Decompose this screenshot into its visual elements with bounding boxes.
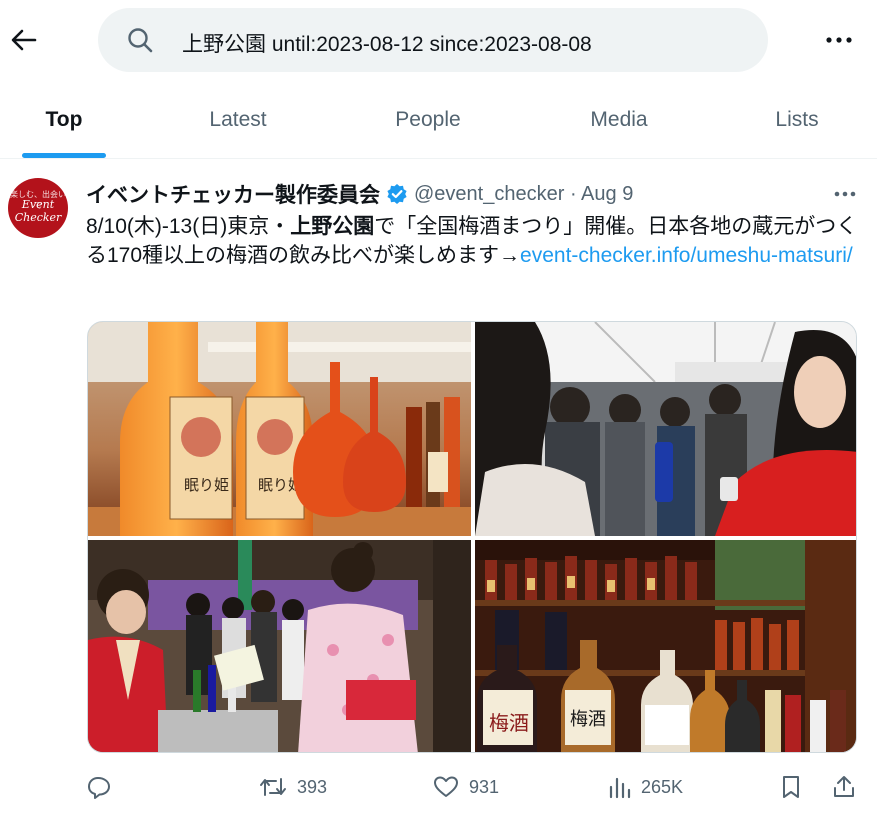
search-tabs: Top Latest People Media Lists bbox=[0, 82, 877, 159]
tab-label: People bbox=[395, 108, 461, 131]
tweet-text: 8/10(木)-13(日)東京・上野公園で「全国梅酒まつり」開催。日本各地の蔵元… bbox=[86, 212, 866, 270]
tweet-text-highlight: 上野公園 bbox=[290, 215, 375, 238]
bottle-label-left: 眠り姫 bbox=[184, 476, 229, 494]
more-options-button[interactable] bbox=[822, 26, 856, 54]
top-bar: 上野公園 until:2023-08-12 since:2023-08-08 bbox=[0, 0, 877, 82]
media-image-bottles[interactable]: 眠り姫 眠り姫 bbox=[88, 322, 471, 536]
tweet[interactable]: 楽しむ、出会いで Event Checker イベントチェッカー製作委員会 @e… bbox=[0, 159, 877, 817]
tab-people[interactable]: People bbox=[360, 82, 496, 158]
tweet-header: イベントチェッカー製作委員会 @event_checker · Aug 9 bbox=[86, 179, 633, 209]
more-icon bbox=[826, 37, 852, 43]
verified-badge-icon bbox=[387, 184, 407, 204]
like-button[interactable]: 931 bbox=[433, 765, 499, 809]
tweet-text-part1: 8/10(木)-13(日)東京・ bbox=[86, 215, 291, 238]
media-grid: 眠り姫 眠り姫 梅酒 梅酒 bbox=[87, 321, 857, 753]
tab-top[interactable]: Top bbox=[0, 82, 128, 158]
views-count: 265K bbox=[641, 776, 684, 797]
tweet-more-button[interactable] bbox=[828, 182, 862, 206]
retweet-button[interactable]: 393 bbox=[259, 765, 327, 809]
tab-label: Latest bbox=[209, 108, 267, 131]
reply-button[interactable] bbox=[86, 765, 112, 809]
back-button[interactable] bbox=[8, 22, 40, 58]
tweet-actions: 393 931 265K bbox=[0, 765, 877, 809]
views-icon bbox=[609, 777, 631, 799]
search-icon bbox=[128, 28, 153, 53]
like-icon bbox=[434, 776, 458, 797]
search-input[interactable]: 上野公園 until:2023-08-12 since:2023-08-08 bbox=[182, 28, 592, 58]
bookmark-icon bbox=[783, 776, 799, 798]
tab-lists[interactable]: Lists bbox=[742, 82, 852, 158]
avatar[interactable]: 楽しむ、出会いで Event Checker bbox=[8, 178, 68, 238]
active-tab-indicator bbox=[22, 153, 106, 158]
media-image-shelves[interactable]: 梅酒 梅酒 bbox=[475, 540, 856, 752]
like-count: 931 bbox=[469, 776, 500, 797]
avatar-logo-line1: Event bbox=[21, 198, 55, 211]
tab-label: Top bbox=[45, 108, 83, 131]
retweet-count: 393 bbox=[297, 776, 328, 797]
search-box[interactable]: 上野公園 until:2023-08-12 since:2023-08-08 bbox=[98, 8, 768, 72]
bottle-label-a: 梅酒 bbox=[489, 711, 529, 735]
tweet-link[interactable]: event-checker.info/umeshu-matsuri/ bbox=[520, 244, 853, 267]
share-button[interactable] bbox=[832, 765, 856, 809]
views-button[interactable]: 265K bbox=[607, 765, 683, 809]
share-icon bbox=[834, 776, 854, 797]
media-image-tasting[interactable] bbox=[475, 322, 856, 536]
bookmark-button[interactable] bbox=[779, 765, 803, 809]
reply-icon bbox=[88, 777, 110, 799]
avatar-logo-line2: Checker bbox=[14, 211, 62, 224]
tab-label: Lists bbox=[775, 108, 819, 131]
retweet-icon bbox=[260, 778, 286, 796]
tab-media[interactable]: Media bbox=[553, 82, 685, 158]
author-handle-date[interactable]: @event_checker · Aug 9 bbox=[414, 183, 633, 206]
more-icon bbox=[834, 191, 856, 197]
bottle-label-b: 梅酒 bbox=[570, 709, 606, 730]
back-arrow-icon bbox=[11, 29, 37, 51]
media-image-venue[interactable] bbox=[88, 540, 471, 752]
tab-label: Media bbox=[590, 108, 648, 131]
tab-latest[interactable]: Latest bbox=[173, 82, 303, 158]
author-name[interactable]: イベントチェッカー製作委員会 bbox=[86, 179, 380, 209]
